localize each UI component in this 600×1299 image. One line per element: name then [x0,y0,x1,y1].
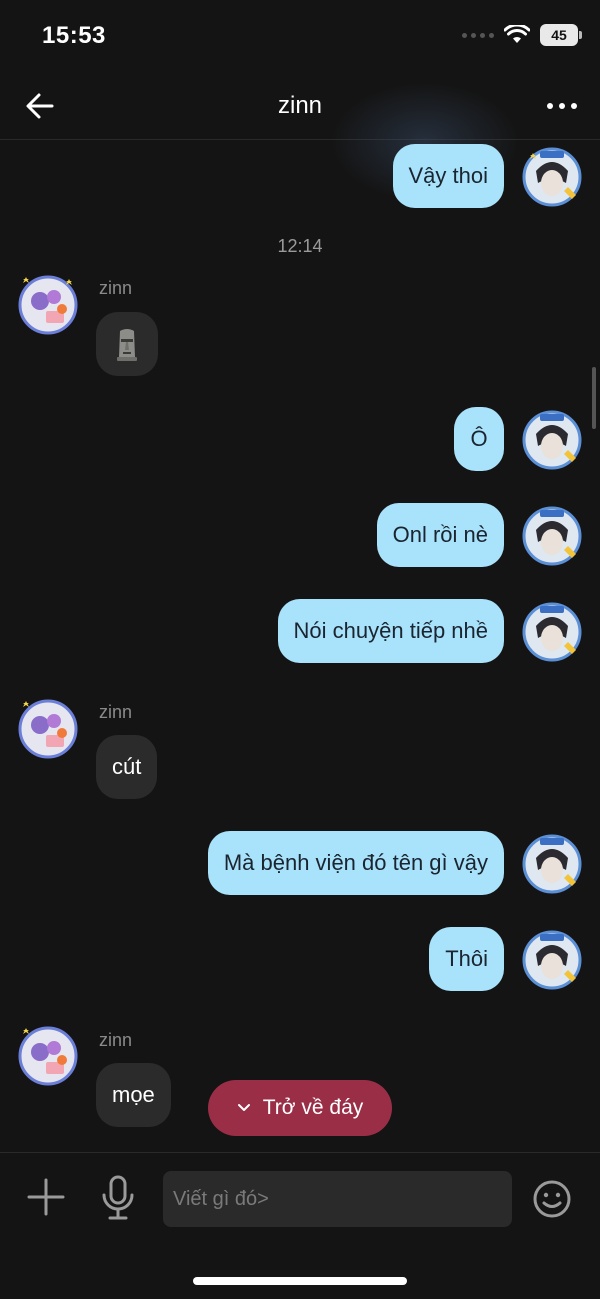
scrollbar[interactable] [592,367,596,429]
status-icons: 45 [462,24,582,46]
battery-icon: 45 [540,24,582,46]
message-list[interactable]: Vậy thoi 12:14 zinn Ô Onl rồi nè Nói chu… [0,141,600,1151]
home-indicator [193,1277,407,1285]
outgoing-message-bubble[interactable]: Onl rồi nè [376,503,504,567]
my-avatar[interactable] [522,147,582,207]
chat-title: zinn [277,92,323,119]
my-avatar[interactable] [522,410,582,470]
emoji-button[interactable] [532,1179,572,1219]
status-bar: 15:53 45 [0,0,600,72]
outgoing-message-bubble[interactable]: Mà bệnh viện đó tên gì vậy [207,831,504,895]
smiley-icon [533,1180,571,1218]
cellular-signal-icon [462,32,494,38]
incoming-message-bubble[interactable]: mọe [96,1063,171,1127]
outgoing-message-bubble[interactable]: Vậy thoi [392,144,504,208]
my-avatar[interactable] [522,506,582,566]
contact-avatar[interactable] [18,275,78,335]
chevron-down-icon [237,1104,250,1111]
incoming-message-bubble[interactable]: cút [96,735,158,799]
sender-name: zinn [99,1030,133,1050]
outgoing-message-bubble[interactable]: Ô [454,407,504,471]
scroll-to-bottom-label: Trở về đáy [262,1096,364,1119]
more-horizontal-icon [547,103,553,109]
microphone-icon [102,1175,134,1220]
chat-header: zinn [0,72,600,202]
outgoing-message-bubble[interactable]: Thôi [429,927,504,991]
contact-avatar[interactable] [18,699,78,759]
plus-icon [27,1178,65,1216]
message-input[interactable] [163,1171,512,1227]
attach-button[interactable] [26,1177,66,1217]
sender-name: zinn [99,702,133,722]
incoming-sticker-bubble[interactable] [96,312,158,376]
more-options-button[interactable] [542,92,582,120]
sender-name: zinn [99,278,133,298]
composer-bar [0,1152,600,1299]
my-avatar[interactable] [522,602,582,662]
scroll-to-bottom-button[interactable]: Trở về đáy [208,1080,392,1136]
message-timestamp: 12:14 [277,236,323,256]
my-avatar[interactable] [522,834,582,894]
moai-emoji-icon [117,329,137,361]
voice-message-button[interactable] [100,1175,136,1221]
outgoing-message-bubble[interactable]: Nói chuyện tiếp nhề [277,599,504,663]
contact-avatar[interactable] [18,1026,78,1086]
wifi-icon [504,25,530,43]
status-time: 15:53 [42,22,106,49]
my-avatar[interactable] [522,930,582,990]
